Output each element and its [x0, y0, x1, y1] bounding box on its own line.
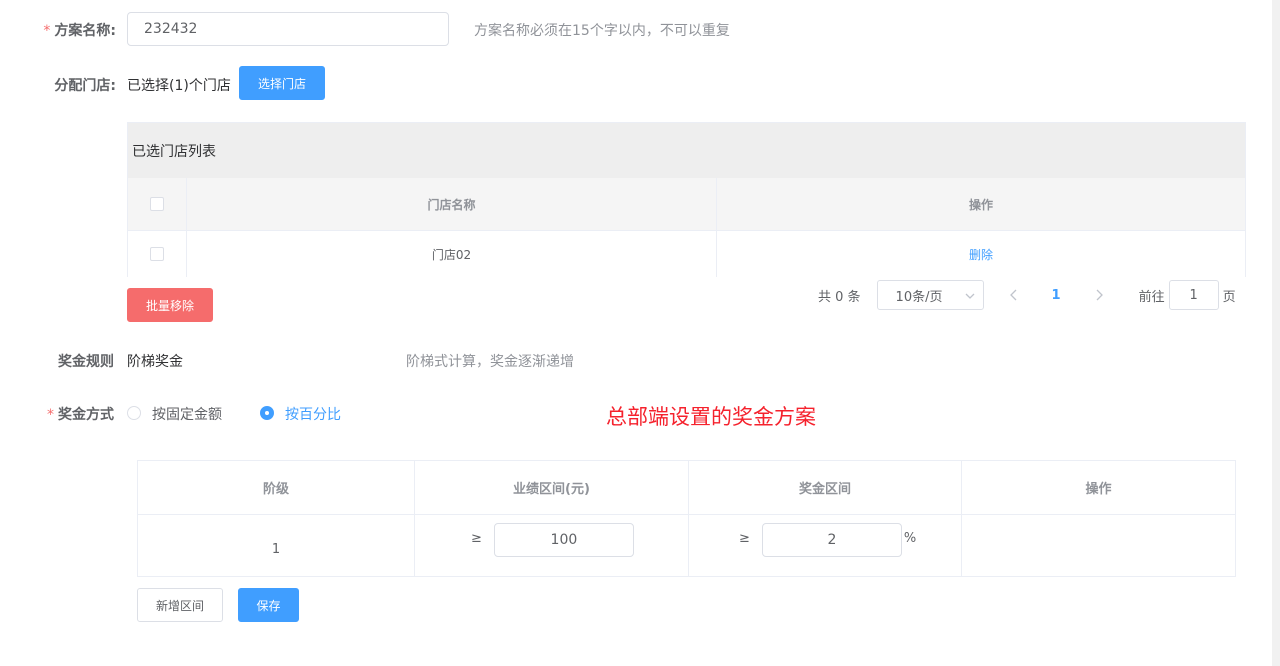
- bonus-rule-hint: 阶梯式计算，奖金逐渐递增: [406, 354, 574, 370]
- bonus-ladder-table: 阶级 业绩区间(元) 奖金区间 操作 1 ≥ 100 ≥ 2 %: [137, 460, 1236, 577]
- prev-page-icon[interactable]: [1009, 289, 1018, 301]
- store-name-cell: 门店02: [187, 231, 717, 277]
- action-cell: 删除: [717, 231, 1245, 277]
- add-range-button[interactable]: 新增区间: [137, 588, 223, 622]
- select-all-checkbox[interactable]: [150, 197, 164, 211]
- table-row: 1 ≥ 100 ≥ 2 %: [138, 514, 1235, 577]
- chevron-down-icon: [965, 289, 975, 302]
- annotation-text: 总部端设置的奖金方案: [606, 405, 816, 429]
- select-all-cell: [128, 178, 187, 230]
- col-store-name: 门店名称: [187, 178, 717, 230]
- ge-symbol: ≥: [739, 531, 750, 546]
- plan-name-label-text: 方案名称:: [54, 23, 116, 39]
- row-checkbox-cell: [128, 231, 187, 277]
- total-count: 共 0 条: [818, 289, 861, 305]
- goto-label: 前往: [1138, 289, 1165, 305]
- bonus-input[interactable]: 2: [761, 523, 902, 557]
- bonus-action-cell: [962, 515, 1235, 577]
- current-page[interactable]: 1: [1052, 288, 1061, 303]
- bonus-cell: ≥ 2 %: [689, 515, 962, 577]
- row-checkbox[interactable]: [150, 247, 164, 261]
- selected-store-count: 已选择(1)个门店: [127, 78, 231, 94]
- percent-unit: %: [903, 531, 917, 546]
- level-cell: 1: [138, 515, 415, 577]
- page-size-select[interactable]: 10条/页: [876, 280, 984, 310]
- table-row: 门店02 删除: [128, 230, 1245, 277]
- col-level: 阶级: [138, 461, 415, 514]
- store-table-header: 门店名称 操作: [128, 178, 1245, 230]
- page-scrollbar[interactable]: [1272, 0, 1280, 666]
- performance-cell: ≥ 100: [415, 515, 689, 577]
- goto-page-input[interactable]: 1: [1168, 280, 1219, 310]
- plan-name-value: 232432: [144, 21, 198, 37]
- save-button[interactable]: 保存: [238, 588, 299, 622]
- required-asterisk: *: [47, 407, 54, 423]
- batch-remove-button[interactable]: 批量移除: [127, 288, 213, 322]
- required-asterisk: *: [43, 23, 51, 39]
- bonus-method-label-text: 奖金方式: [58, 407, 114, 423]
- bonus-table-header: 阶级 业绩区间(元) 奖金区间 操作: [138, 461, 1235, 514]
- goto-page-value: 1: [1189, 287, 1198, 303]
- plan-name-hint: 方案名称必须在15个字以内，不可以重复: [474, 23, 730, 39]
- col-bonus-range: 奖金区间: [689, 461, 962, 514]
- select-store-button[interactable]: 选择门店: [239, 66, 325, 100]
- delete-link[interactable]: 删除: [969, 246, 993, 263]
- col-action: 操作: [968, 197, 993, 212]
- selected-store-panel: 已选门店列表 门店名称 操作 门店02 删除: [127, 122, 1246, 277]
- radio-percentage[interactable]: [260, 406, 274, 420]
- radio-percentage-label[interactable]: 按百分比: [285, 404, 341, 424]
- next-page-icon[interactable]: [1095, 289, 1103, 301]
- pagination: 共 0 条 10条/页 1 前往 1 页: [818, 280, 1236, 310]
- col-performance-range: 业绩区间(元): [415, 461, 689, 514]
- radio-fixed-amount[interactable]: [127, 406, 141, 420]
- store-assign-label: 分配门店:: [54, 78, 116, 94]
- bonus-method-label: * 奖金方式: [36, 404, 114, 424]
- performance-input[interactable]: 100: [493, 523, 634, 557]
- performance-value: 100: [550, 532, 578, 548]
- radio-fixed-amount-label[interactable]: 按固定金额: [152, 404, 222, 424]
- plan-name-input[interactable]: 232432: [127, 12, 449, 46]
- page-size-value: 10条/页: [895, 289, 943, 305]
- plan-name-label: * 方案名称:: [36, 20, 116, 40]
- bonus-rule-label: 奖金规则: [58, 354, 114, 370]
- bonus-value: 2: [827, 532, 837, 548]
- col-bonus-action: 操作: [1085, 482, 1112, 497]
- ge-symbol: ≥: [471, 531, 482, 546]
- bonus-rule-value: 阶梯奖金: [127, 354, 183, 370]
- page-suffix: 页: [1222, 289, 1236, 305]
- panel-title: 已选门店列表: [128, 123, 1245, 178]
